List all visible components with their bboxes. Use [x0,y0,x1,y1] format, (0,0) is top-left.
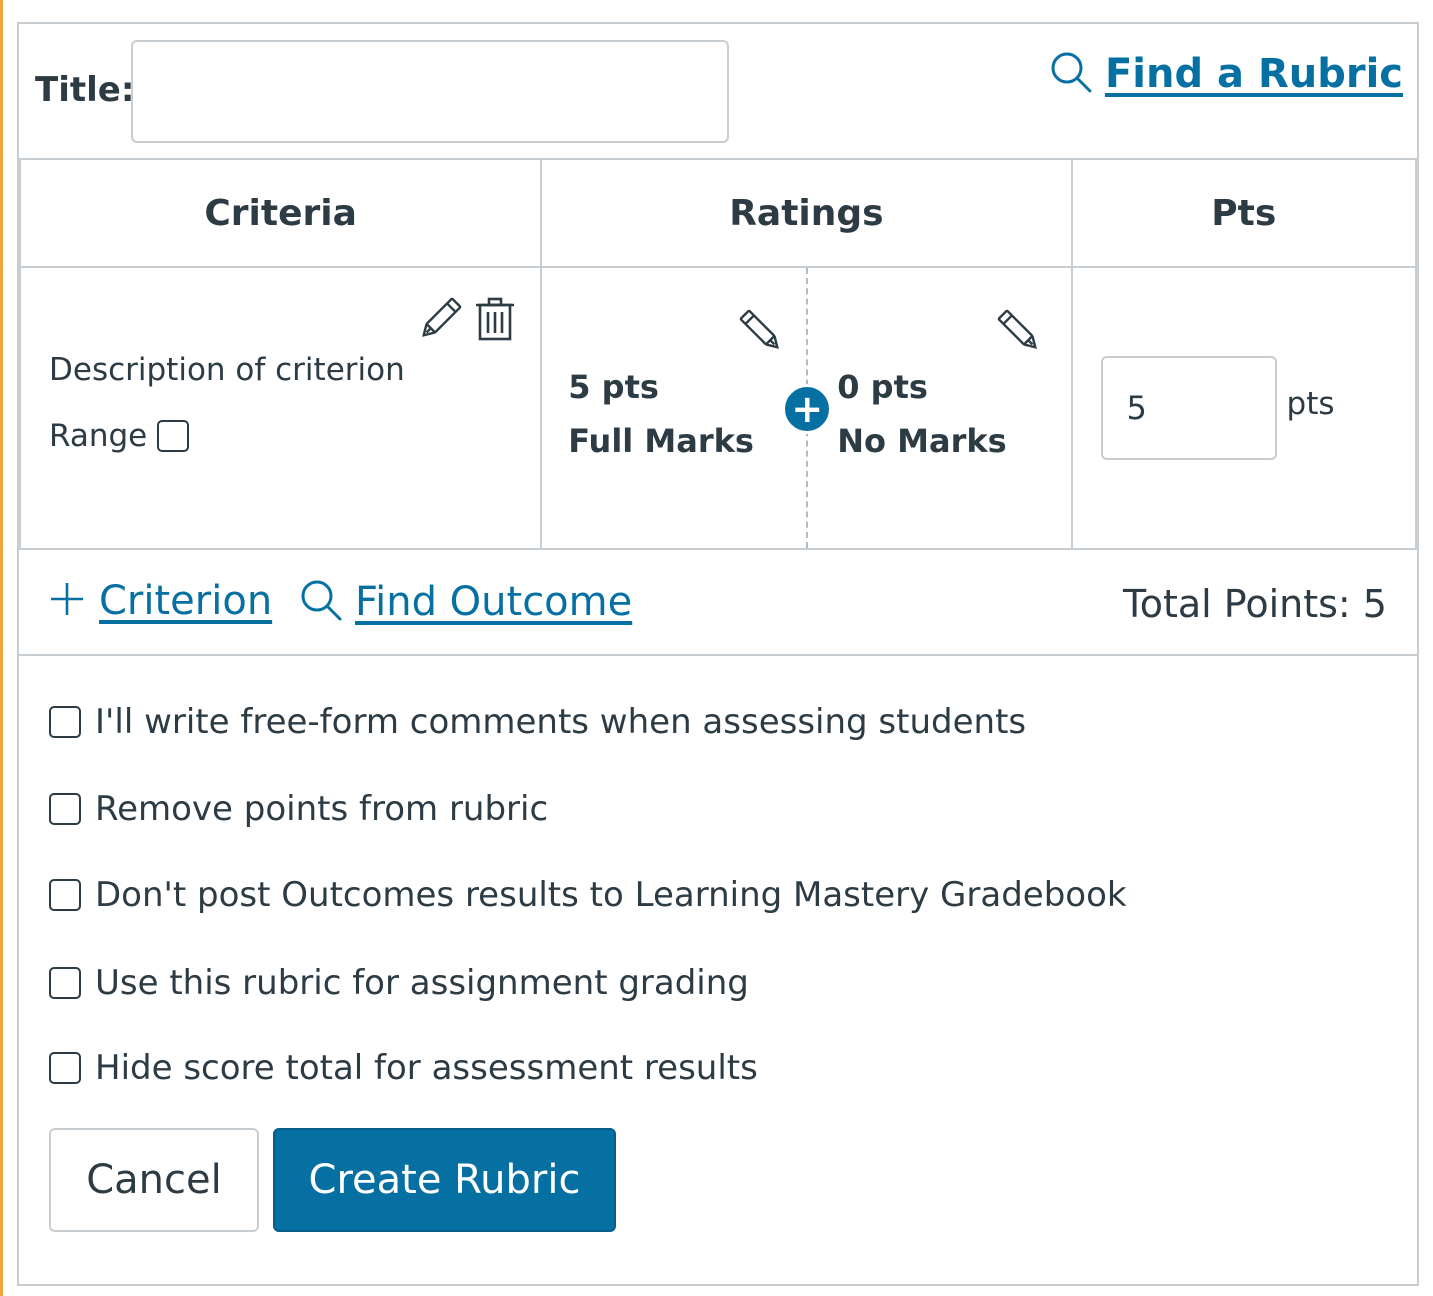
points-input[interactable] [1100,356,1277,460]
column-header-pts: Pts [1070,158,1418,268]
range-control: Range [49,418,190,454]
rubric-table: Criteria Ratings Pts Description of crit… [18,158,1418,550]
criterion-cell: Description of criterion Range [18,266,543,550]
create-rubric-button[interactable]: Create Rubric [273,1128,616,1232]
option-checkbox[interactable] [49,879,81,911]
option-label: Don't post Outcomes results to Learning … [95,875,1127,915]
find-outcome-label: Find Outcome [355,579,633,625]
search-icon [1049,50,1093,98]
ratings-cell: 5 pts Full Marks + 0 pts No Marks [540,266,1073,550]
title-label: Title: [35,70,135,110]
option-free-form-comments[interactable]: I'll write free-form comments when asses… [49,702,1026,742]
rubric-actions-row: Criterion Find Outcome Total Points: 5 [19,548,1417,656]
option-remove-points[interactable]: Remove points from rubric [49,789,548,829]
rating-points: 0 pts [837,368,928,406]
column-header-criteria: Criteria [18,158,543,268]
edit-rating-pencil-icon[interactable] [736,306,786,360]
option-label: Use this rubric for assignment grading [95,963,749,1003]
criterion-row: Description of criterion Range 5 pts Ful… [18,266,1418,550]
add-criterion-link[interactable]: Criterion [49,578,272,624]
left-accent-bar [0,0,3,1296]
delete-criterion-trash-icon[interactable] [473,296,517,346]
option-no-outcomes-post[interactable]: Don't post Outcomes results to Learning … [49,875,1127,915]
find-outcome-link[interactable]: Find Outcome [299,578,632,626]
cancel-button[interactable]: Cancel [49,1128,259,1232]
edit-rating-pencil-icon[interactable] [994,306,1044,360]
criterion-actions [415,294,517,348]
total-points: Total Points: 5 [1122,582,1387,626]
title-row: Title: Find a Rubric [19,24,1417,158]
points-unit: pts [1286,386,1335,422]
range-label: Range [49,418,148,454]
criterion-description: Description of criterion [49,352,405,388]
add-rating-plus-icon[interactable]: + [782,384,833,434]
title-input[interactable] [131,40,729,143]
option-checkbox[interactable] [49,967,81,999]
plus-icon [49,581,85,621]
option-checkbox[interactable] [49,706,81,738]
rating-no-marks: 0 pts No Marks [837,360,1006,468]
edit-criterion-pencil-icon[interactable] [415,294,465,348]
column-header-ratings: Ratings [540,158,1073,268]
add-criterion-label: Criterion [99,578,273,624]
find-rubric-label: Find a Rubric [1104,51,1403,97]
rubric-editor-panel: Title: Find a Rubric Criteria Ratings Pt… [17,22,1419,1286]
range-checkbox[interactable] [157,420,190,452]
rating-label: No Marks [837,422,1007,460]
search-icon [299,578,343,626]
rating-label: Full Marks [568,422,754,460]
table-header-row: Criteria Ratings Pts [18,158,1418,268]
option-checkbox[interactable] [49,1052,81,1084]
option-label: I'll write free-form comments when asses… [95,702,1027,742]
option-label: Hide score total for assessment results [95,1048,758,1088]
option-hide-score-total[interactable]: Hide score total for assessment results [49,1048,758,1088]
option-checkbox[interactable] [49,793,81,825]
rating-points: 5 pts [568,368,659,406]
points-cell: pts [1070,266,1418,550]
option-use-for-grading[interactable]: Use this rubric for assignment grading [49,963,749,1003]
rating-full-marks: 5 pts Full Marks [568,360,754,468]
find-rubric-link[interactable]: Find a Rubric [1049,50,1403,98]
option-label: Remove points from rubric [95,789,549,829]
